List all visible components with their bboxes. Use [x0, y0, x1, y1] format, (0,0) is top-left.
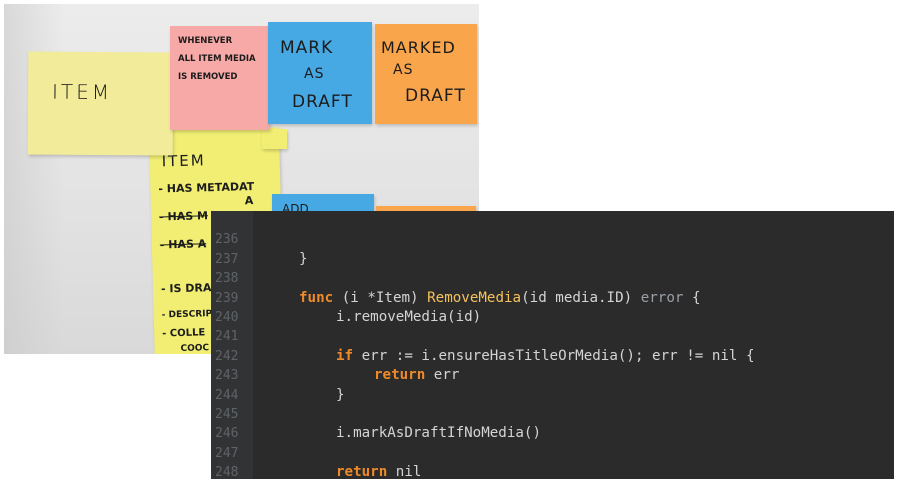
keyword: func [299, 289, 334, 306]
note-pink-line: WHENEVER [178, 36, 233, 46]
code-token: err := i.ensureHasTitleOrMedia(); err !=… [353, 347, 755, 364]
keyword: if [336, 347, 354, 364]
note-bullet: - COLLE [162, 327, 206, 340]
note-tab [262, 129, 287, 149]
note-blue-line: MARK [280, 38, 334, 58]
code-text: if err := i.ensureHasTitleOrMedia(); err… [336, 347, 755, 366]
code-text: return err [374, 366, 459, 385]
note-bullet: - HAS A [159, 237, 207, 252]
note-orange-line: DRAFT [405, 86, 466, 106]
code-line: 236 } [211, 211, 308, 266]
note-bullet: A [244, 194, 254, 208]
keyword: return [336, 464, 388, 479]
note-bullet: - DESCRIPT [161, 308, 219, 321]
code-editor: 236 } 237 238 func (i *Item) RemoveMedia… [211, 211, 894, 479]
note-item: ITEM [27, 51, 174, 156]
code-text: i.removeMedia(id) [336, 309, 482, 325]
note-pink-line: ALL ITEM MEDIA [178, 54, 256, 64]
code-text: return nil [336, 463, 421, 479]
code-line: 237 [211, 230, 245, 267]
code-line: 248 } [211, 444, 245, 479]
note-bullet: - HAS METADAT [158, 180, 255, 196]
return-type: error [640, 289, 684, 306]
note-orange-line: AS [393, 62, 414, 78]
note-blue-line: AS [304, 66, 325, 82]
code-line: 247 return nil [211, 424, 421, 479]
code-line: 243 } [211, 347, 345, 402]
note-bullet: - IS DRA [160, 281, 212, 296]
code-line: 240 [211, 289, 245, 325]
code-token: (i *Item) [333, 289, 428, 306]
note-item-label: ITEM [51, 79, 113, 105]
note-bullet: - HAS M [158, 209, 209, 224]
code-token: (id media.ID) [521, 289, 641, 306]
keyword: return [374, 367, 426, 384]
note-bullet: COOC [180, 343, 210, 354]
code-text: func (i *Item) RemoveMedia(id media.ID) … [299, 289, 701, 308]
code-line: 238 func (i *Item) RemoveMedia(id media.… [211, 250, 701, 305]
note-whenever: WHENEVER ALL ITEM MEDIA IS REMOVED [170, 26, 270, 130]
code-text: } [336, 386, 345, 403]
code-line: 246 [211, 405, 245, 441]
code-token: nil [387, 464, 422, 479]
note-marked-as-draft: MARKED AS DRAFT [375, 24, 477, 124]
code-line: 242 return err [211, 327, 459, 383]
note-blue-line: DRAFT [292, 92, 353, 112]
code-line: 249 [211, 463, 245, 479]
note-orange-line: MARKED [381, 38, 456, 57]
code-text: } [299, 250, 308, 267]
code-line: 245 i.markAsDraftIfNoMedia() [211, 386, 541, 441]
code-token: { [683, 289, 701, 306]
code-text: i.markAsDraftIfNoMedia() [336, 425, 541, 442]
note-mark-as-draft: MARK AS DRAFT [268, 22, 372, 124]
function-name: RemoveMedia [427, 289, 522, 306]
code-token: err [425, 367, 460, 384]
code-line: 241 if err := i.ensureHasTitleOrMedia();… [211, 308, 755, 363]
code-line: 239 i.removeMedia(id) [211, 269, 481, 325]
note-pink-line: IS REMOVED [178, 72, 238, 82]
code-line: 244 [211, 366, 245, 403]
